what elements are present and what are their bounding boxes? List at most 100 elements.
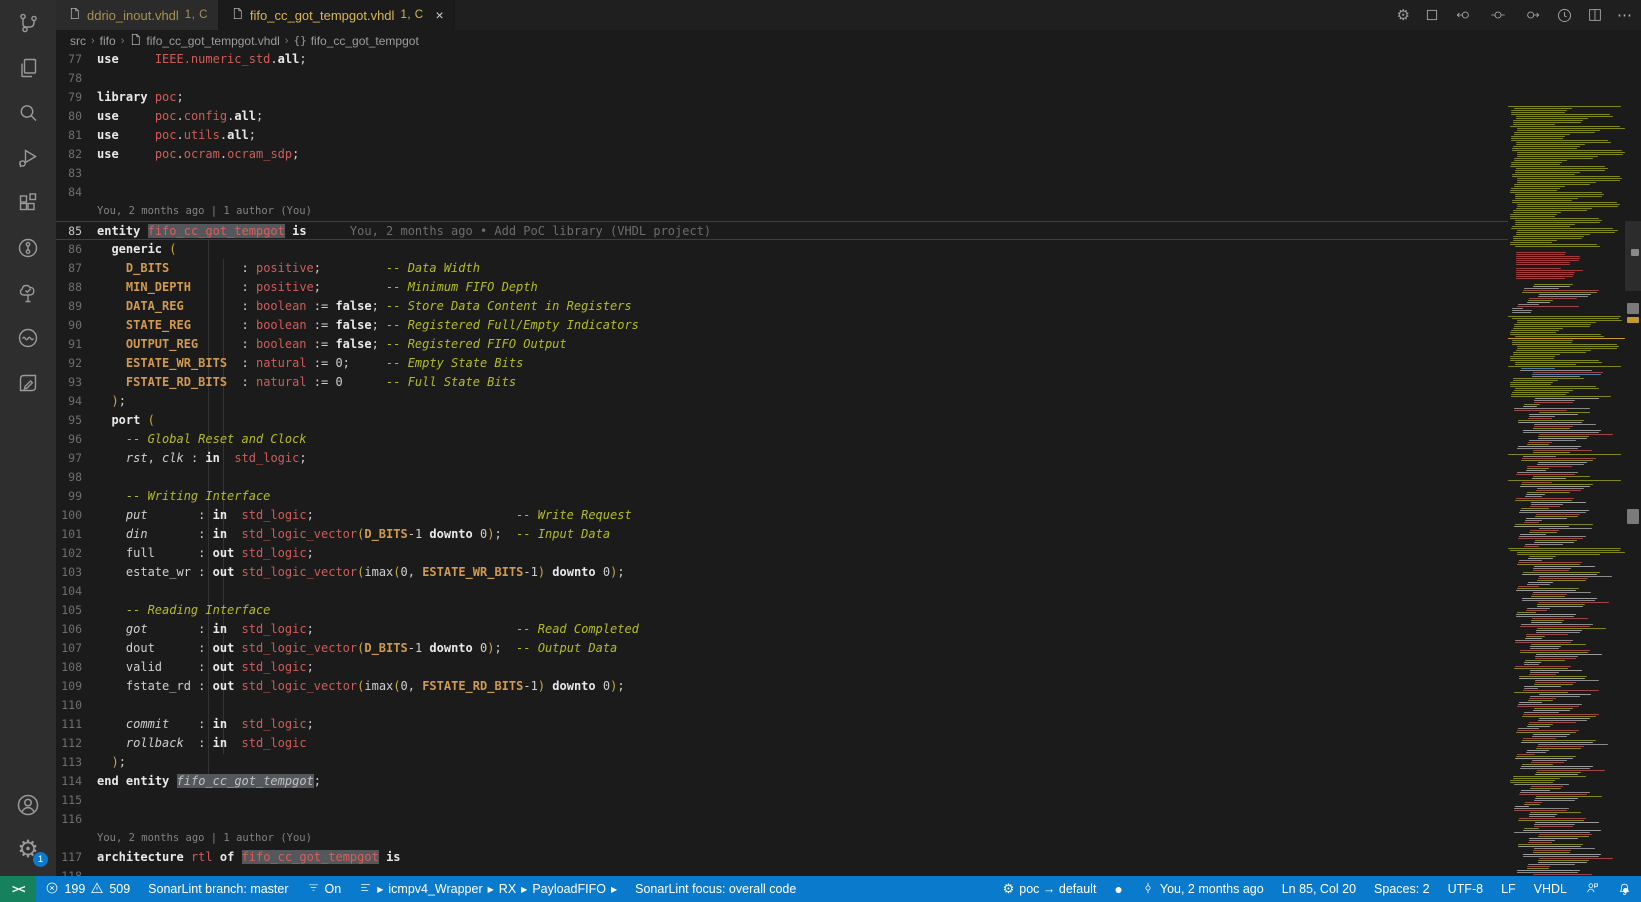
activity-settings-gear-icon[interactable]: ⚙1 bbox=[0, 827, 56, 872]
line-number[interactable]: 88 bbox=[56, 278, 97, 297]
editor-action-circle-dash-icon[interactable] bbox=[1488, 7, 1508, 23]
statusbar-remote-indicator[interactable]: >< bbox=[0, 876, 36, 902]
code-line-77[interactable]: 77use IEEE.numeric_std.all; bbox=[56, 51, 1508, 69]
line-number[interactable]: 89 bbox=[56, 297, 97, 316]
code-line-85[interactable]: 85entity fifo_cc_got_tempgot is You, 2 m… bbox=[56, 221, 1508, 240]
code-line-116[interactable]: 116 bbox=[56, 810, 1508, 829]
code-line-93[interactable]: 93 FSTATE_RD_BITS : natural := 0 -- Full… bbox=[56, 373, 1508, 392]
code-line-113[interactable]: 113 ); bbox=[56, 753, 1508, 772]
editor-action-circle-arrow-left-icon[interactable] bbox=[1454, 7, 1474, 23]
activity-extensions-icon[interactable] bbox=[0, 180, 56, 225]
code-line-112[interactable]: 112 rollback : in std_logic bbox=[56, 734, 1508, 753]
line-number[interactable]: 100 bbox=[56, 506, 97, 525]
line-number[interactable]: 112 bbox=[56, 734, 97, 753]
tab-fifo_cc_got_tempgot.vhdl[interactable]: fifo_cc_got_tempgot.vhdl1, C× bbox=[219, 0, 455, 30]
line-number[interactable]: 96 bbox=[56, 430, 97, 449]
line-number[interactable]: 81 bbox=[56, 126, 97, 145]
code-line-110[interactable]: 110 bbox=[56, 696, 1508, 715]
statusbar-sonarlint-focus[interactable]: SonarLint focus: overall code bbox=[626, 876, 805, 902]
activity-account-icon[interactable] bbox=[0, 782, 56, 827]
line-number[interactable]: 102 bbox=[56, 544, 97, 563]
code-line-80[interactable]: 80use poc.config.all; bbox=[56, 107, 1508, 126]
code-line-90[interactable]: 90 STATE_REG : boolean := false; -- Regi… bbox=[56, 316, 1508, 335]
editor-action-history-icon[interactable] bbox=[1556, 7, 1573, 24]
breadcrumb-item-fifo_cc_got_tempgot.vhdl[interactable]: fifo_cc_got_tempgot.vhdl bbox=[129, 32, 279, 50]
code-line-87[interactable]: 87 D_BITS : positive; -- Data Width bbox=[56, 259, 1508, 278]
statusbar-language-mode[interactable]: VHDL bbox=[1525, 876, 1576, 902]
line-number[interactable]: 98 bbox=[56, 468, 97, 487]
code-line-81[interactable]: 81use poc.utils.all; bbox=[56, 126, 1508, 145]
breadcrumb-item-src[interactable]: src bbox=[70, 34, 86, 48]
editor-action-more-actions-icon[interactable]: ⋯ bbox=[1617, 6, 1633, 24]
line-number[interactable]: 82 bbox=[56, 145, 97, 164]
code-line-83[interactable]: 83 bbox=[56, 164, 1508, 183]
line-number[interactable]: 117 bbox=[56, 848, 97, 867]
line-number[interactable]: 110 bbox=[56, 696, 97, 715]
scrollbar-slider[interactable] bbox=[1625, 221, 1641, 291]
code-line-108[interactable]: 108 valid : out std_logic; bbox=[56, 658, 1508, 677]
line-number[interactable]: 83 bbox=[56, 164, 97, 183]
statusbar-feedback[interactable] bbox=[1576, 876, 1608, 902]
activity-sonarlint-icon[interactable] bbox=[0, 315, 56, 360]
line-number[interactable]: 84 bbox=[56, 183, 97, 202]
line-number[interactable]: 104 bbox=[56, 582, 97, 601]
statusbar-filter-toggle[interactable]: On bbox=[298, 876, 351, 902]
editor-action-square-icon[interactable] bbox=[1424, 7, 1440, 23]
statusbar-cursor-position[interactable]: Ln 85, Col 20 bbox=[1273, 876, 1365, 902]
code-line-95[interactable]: 95 port ( bbox=[56, 411, 1508, 430]
activity-source-control-icon[interactable] bbox=[0, 0, 56, 45]
code-line-86[interactable]: 86 generic ( bbox=[56, 240, 1508, 259]
activity-test-explorer-icon[interactable] bbox=[0, 270, 56, 315]
tab-ddrio_inout.vhdl[interactable]: ddrio_inout.vhdl1, C bbox=[56, 0, 219, 30]
statusbar-task-breadcrumb[interactable]: ▶icmpv4_Wrapper▶RX▶PayloadFIFO▶ bbox=[350, 876, 626, 902]
line-number[interactable]: 92 bbox=[56, 354, 97, 373]
code-line-109[interactable]: 109 fstate_rd : out std_logic_vector(ima… bbox=[56, 677, 1508, 696]
activity-run-debug-icon[interactable] bbox=[0, 135, 56, 180]
code-line-118[interactable]: 118 bbox=[56, 867, 1508, 876]
line-number[interactable]: 108 bbox=[56, 658, 97, 677]
code-line-106[interactable]: 106 got : in std_logic; -- Read Complete… bbox=[56, 620, 1508, 639]
gitlens-code-lens[interactable]: You, 2 months ago | 1 author (You) bbox=[56, 829, 1508, 848]
statusbar-eol[interactable]: LF bbox=[1492, 876, 1525, 902]
minimap[interactable] bbox=[1508, 51, 1625, 876]
statusbar-status-circle[interactable]: ● bbox=[1105, 876, 1131, 902]
activity-edit-session-icon[interactable] bbox=[0, 360, 56, 405]
code-line-94[interactable]: 94 ); bbox=[56, 392, 1508, 411]
line-number[interactable]: 106 bbox=[56, 620, 97, 639]
breadcrumb-item-fifo[interactable]: fifo bbox=[100, 34, 116, 48]
statusbar-git-blame[interactable]: You, 2 months ago bbox=[1132, 876, 1273, 902]
code-line-89[interactable]: 89 DATA_REG : boolean := false; -- Store… bbox=[56, 297, 1508, 316]
code-line-88[interactable]: 88 MIN_DEPTH : positive; -- Minimum FIFO… bbox=[56, 278, 1508, 297]
editor-action-split-editor-icon[interactable] bbox=[1587, 7, 1603, 23]
gitlens-code-lens[interactable]: You, 2 months ago | 1 author (You) bbox=[56, 202, 1508, 221]
line-number[interactable]: 86 bbox=[56, 240, 97, 259]
code-line-97[interactable]: 97 rst, clk : in std_logic; bbox=[56, 449, 1508, 468]
statusbar-notifications[interactable] bbox=[1608, 876, 1641, 902]
activity-search-icon[interactable] bbox=[0, 90, 56, 135]
activity-gitlens-icon[interactable] bbox=[0, 225, 56, 270]
code-line-102[interactable]: 102 full : out std_logic; bbox=[56, 544, 1508, 563]
code-line-92[interactable]: 92 ESTATE_WR_BITS : natural := 0; -- Emp… bbox=[56, 354, 1508, 373]
line-number[interactable]: 85 bbox=[56, 222, 97, 239]
statusbar-problems[interactable]: 199509 bbox=[36, 876, 139, 902]
line-number[interactable]: 114 bbox=[56, 772, 97, 791]
line-number[interactable]: 77 bbox=[56, 51, 97, 69]
code-line-98[interactable]: 98 bbox=[56, 468, 1508, 487]
code-line-107[interactable]: 107 dout : out std_logic_vector(D_BITS-1… bbox=[56, 639, 1508, 658]
line-number[interactable]: 107 bbox=[56, 639, 97, 658]
code-line-84[interactable]: 84 bbox=[56, 183, 1508, 202]
line-number[interactable]: 99 bbox=[56, 487, 97, 506]
code-line-78[interactable]: 78 bbox=[56, 69, 1508, 88]
statusbar-encoding[interactable]: UTF-8 bbox=[1439, 876, 1492, 902]
code-line-91[interactable]: 91 OUTPUT_REG : boolean := false; -- Reg… bbox=[56, 335, 1508, 354]
line-number[interactable]: 109 bbox=[56, 677, 97, 696]
line-number[interactable]: 105 bbox=[56, 601, 97, 620]
line-number[interactable]: 91 bbox=[56, 335, 97, 354]
breadcrumb-item-fifo_cc_got_tempgot[interactable]: {}fifo_cc_got_tempgot bbox=[293, 34, 418, 48]
code-line-100[interactable]: 100 put : in std_logic; -- Write Request bbox=[56, 506, 1508, 525]
code-line-79[interactable]: 79library poc; bbox=[56, 88, 1508, 107]
editor-action-gear-icon[interactable]: ⚙ bbox=[1397, 6, 1410, 24]
line-number[interactable]: 93 bbox=[56, 373, 97, 392]
statusbar-build-config[interactable]: ⚙poc → default bbox=[994, 876, 1106, 902]
code-line-105[interactable]: 105 -- Reading Interface bbox=[56, 601, 1508, 620]
